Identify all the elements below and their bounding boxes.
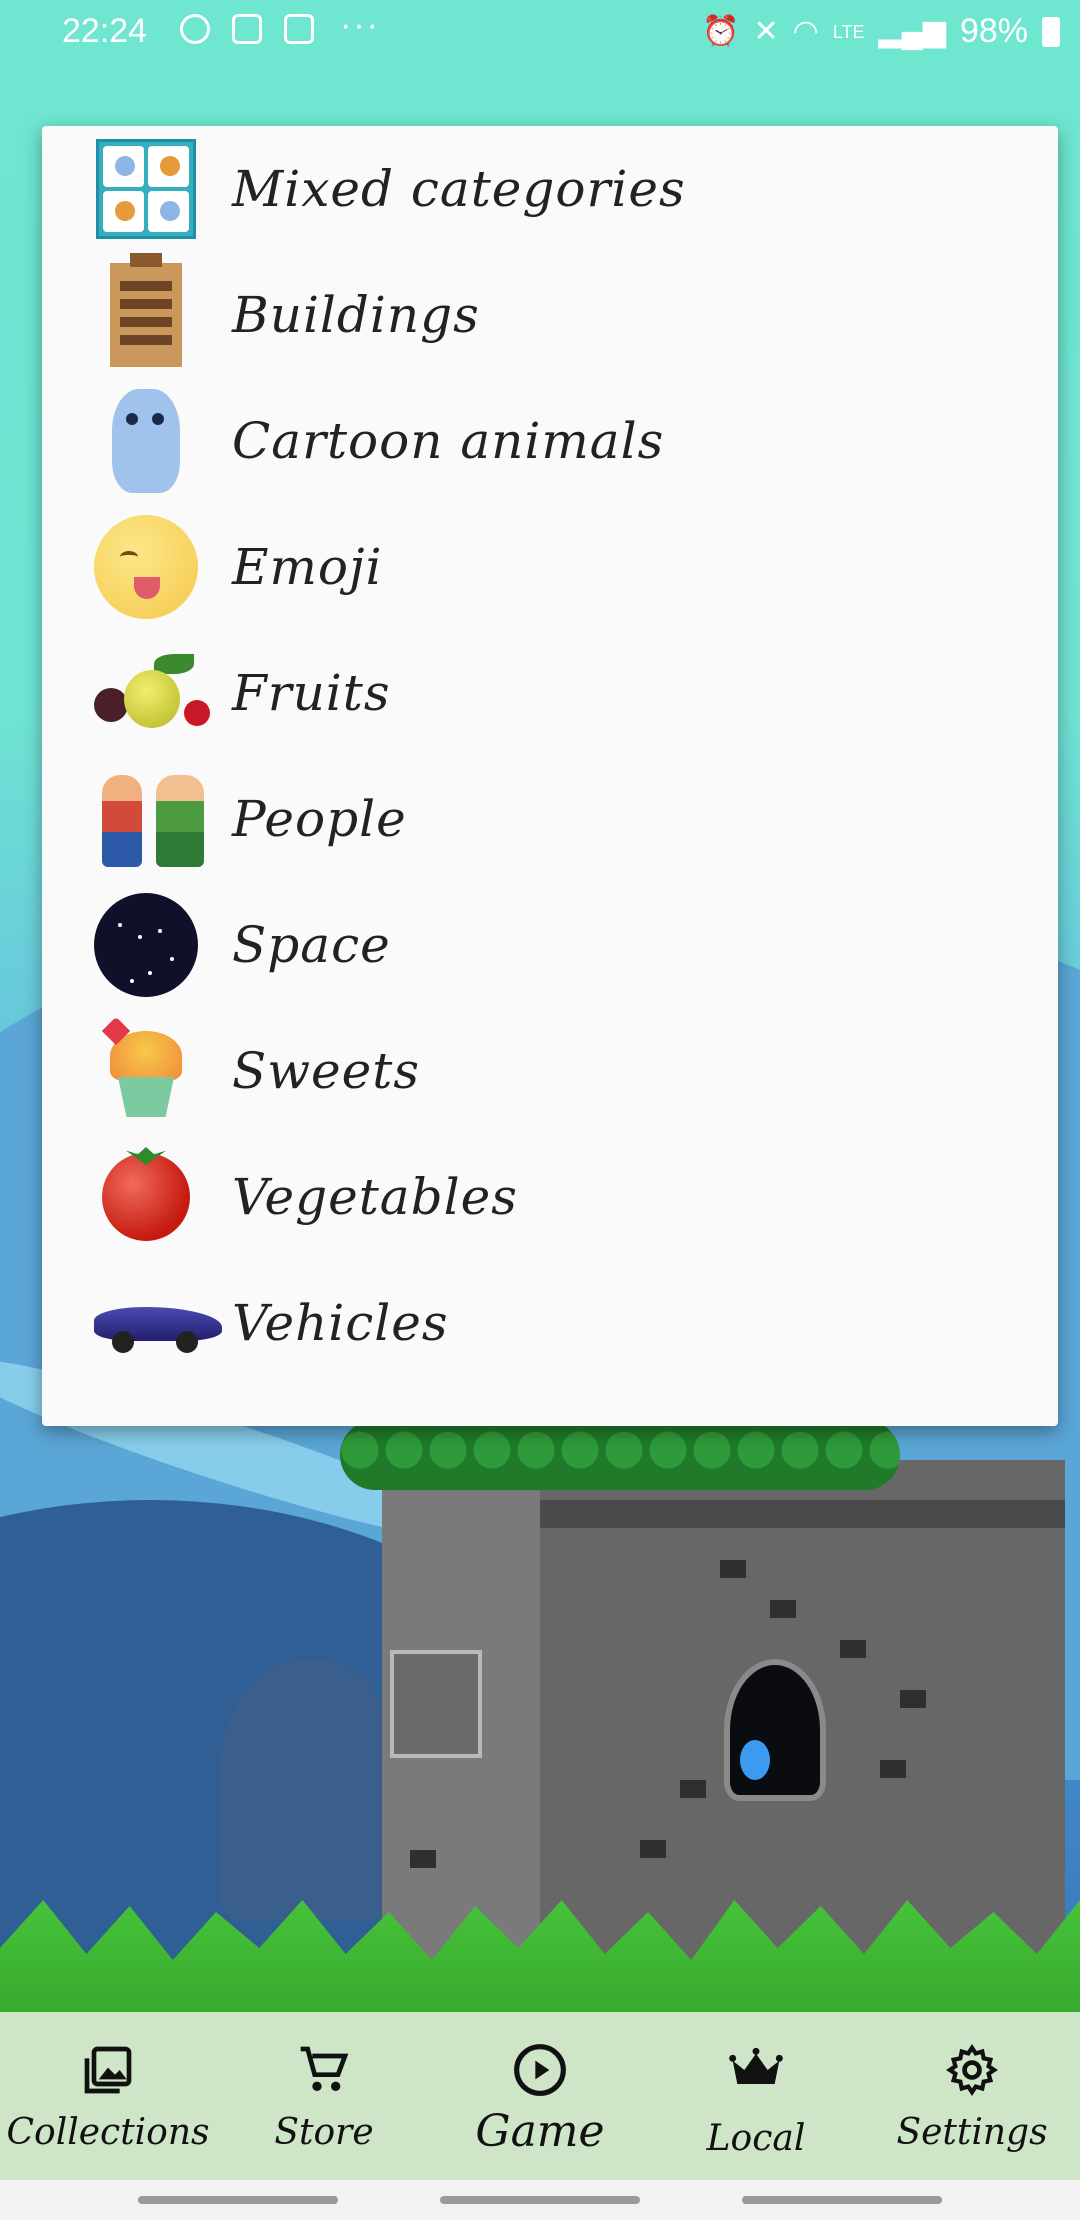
category-item-buildings[interactable]: Buildings <box>42 252 1058 378</box>
category-label: Buildings <box>232 286 480 344</box>
nav-label-game: Game <box>475 2106 605 2157</box>
collections-icon <box>84 2046 132 2094</box>
category-item-space[interactable]: Space <box>42 882 1058 1008</box>
gesture-pill-center[interactable] <box>440 2196 640 2204</box>
gesture-pill-right[interactable] <box>742 2196 942 2204</box>
signal-icon: ▂▄▆ <box>878 15 946 48</box>
category-item-people[interactable]: People <box>42 756 1058 882</box>
fruits-icon <box>94 641 210 745</box>
category-label: Fruits <box>232 664 391 722</box>
building-icon <box>94 253 198 367</box>
notification-icons <box>180 14 314 44</box>
brick <box>720 1560 746 1578</box>
category-item-vehicles[interactable]: Vehicles <box>42 1260 1058 1386</box>
status-time: 22:24 <box>62 12 148 50</box>
alarm-icon: ⏰ <box>702 15 740 48</box>
brick <box>410 1850 436 1868</box>
gesture-pill-left[interactable] <box>138 2196 338 2204</box>
people-icon <box>94 767 204 871</box>
category-popup-menu: Mixed categories Buildings Cartoon anima… <box>42 126 1058 1426</box>
category-label: Emoji <box>232 538 383 596</box>
category-label: Vehicles <box>232 1294 449 1352</box>
vibrate-icon: ✕ <box>753 15 779 48</box>
play-circle-icon <box>514 2044 566 2096</box>
brick <box>880 1760 906 1778</box>
category-label: Mixed categories <box>232 160 686 218</box>
category-label: Sweets <box>232 1042 420 1100</box>
brick <box>680 1780 706 1798</box>
battery-percent: 98% <box>959 12 1028 50</box>
ivy-leaves <box>340 1420 900 1490</box>
nav-local[interactable]: Local <box>648 2012 864 2180</box>
nav-label-local: Local <box>706 2118 806 2159</box>
cupcake-icon <box>94 1016 198 1123</box>
nav-store[interactable]: Store <box>216 2012 432 2180</box>
brick <box>770 1600 796 1618</box>
wifi-icon: ◠ <box>792 15 819 48</box>
battery-icon <box>1042 16 1060 47</box>
nav-game[interactable]: Game <box>432 2012 648 2180</box>
category-item-emoji[interactable]: Emoji <box>42 504 1058 630</box>
nav-settings[interactable]: Settings <box>864 2012 1080 2180</box>
game-notification-icon <box>180 14 210 44</box>
cartoon-cat-icon <box>94 389 198 493</box>
category-item-vegetables[interactable]: Vegetables <box>42 1134 1058 1260</box>
constellation-icon <box>94 893 198 997</box>
system-status-icons: ⏰ ✕ ◠ LTE ▂▄▆ 98% <box>702 12 1060 51</box>
emoji-icon <box>94 515 198 619</box>
nav-label-collections: Collections <box>6 2112 210 2153</box>
category-item-sweets[interactable]: Sweets <box>42 1008 1058 1134</box>
gear-icon <box>946 2044 998 2096</box>
category-item-fruits[interactable]: Fruits <box>42 630 1058 756</box>
category-label: People <box>232 790 407 848</box>
brick <box>640 1840 666 1858</box>
car-icon <box>94 1271 222 1375</box>
category-item-mixed-categories[interactable]: Mixed categories <box>42 126 1058 252</box>
crown-icon <box>729 2047 783 2084</box>
tomato-icon <box>94 1145 198 1249</box>
nav-label-settings: Settings <box>896 2112 1048 2153</box>
tree-silhouette <box>220 1660 400 1920</box>
brick <box>900 1690 926 1708</box>
calendar-notification-icon <box>284 14 314 44</box>
brick <box>840 1640 866 1658</box>
mixed-categories-icon <box>94 137 198 241</box>
gallery-notification-icon <box>232 14 262 44</box>
category-label: Space <box>232 916 391 974</box>
nav-label-store: Store <box>274 2112 374 2153</box>
status-bar: 22:24 ··· ⏰ ✕ ◠ LTE ▂▄▆ 98% <box>0 0 1080 66</box>
lte-indicator: LTE <box>832 21 865 42</box>
cart-icon <box>300 2046 349 2091</box>
category-label: Vegetables <box>232 1168 518 1226</box>
category-item-cartoon-animals[interactable]: Cartoon animals <box>42 378 1058 504</box>
nav-collections[interactable]: Collections <box>0 2012 216 2180</box>
castle-window <box>730 1665 820 1795</box>
category-label: Cartoon animals <box>232 412 665 470</box>
bottom-navigation: Collections Store Game Local Settings <box>0 2012 1080 2180</box>
more-notifications-icon: ··· <box>340 6 380 44</box>
